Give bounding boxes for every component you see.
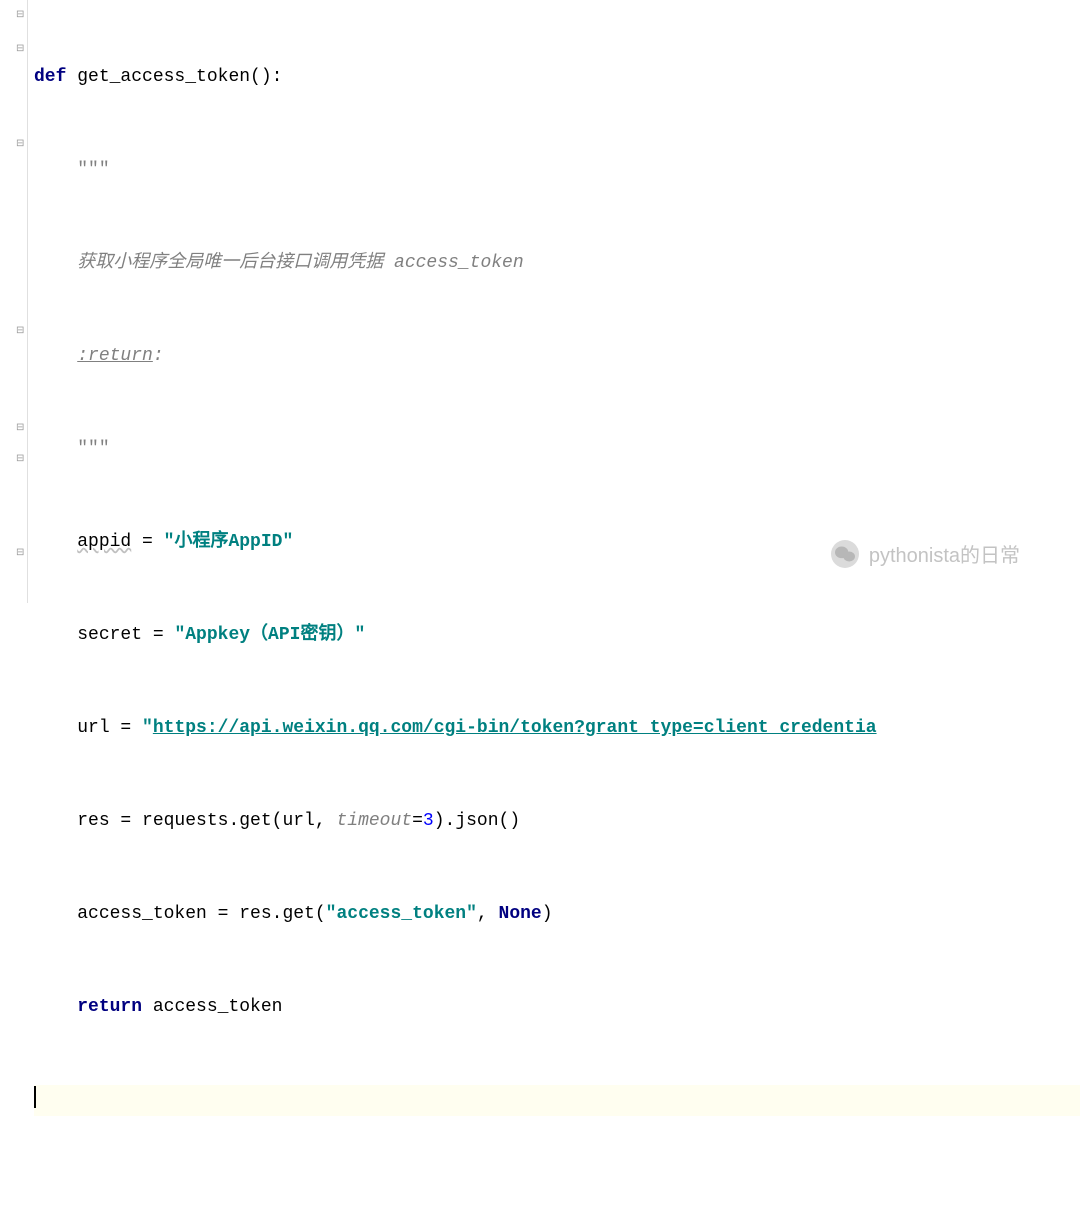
fold-marker-icon[interactable]: ⊟ — [16, 325, 26, 335]
code-line: return access_token — [34, 992, 1080, 1023]
text-cursor — [34, 1086, 36, 1108]
fold-marker-icon[interactable]: ⊟ — [16, 43, 26, 53]
code-line — [34, 1178, 1080, 1206]
code-line: url = "https://api.weixin.qq.com/cgi-bin… — [34, 713, 1080, 744]
fold-marker-icon[interactable]: ⊟ — [16, 547, 26, 557]
fold-marker-icon[interactable]: ⊟ — [16, 9, 26, 19]
watermark-text: pythonista的日常 — [869, 539, 1020, 568]
code-line-current — [34, 1085, 1080, 1116]
fold-marker-icon[interactable]: ⊟ — [16, 422, 26, 432]
code-line: 获取小程序全局唯一后台接口调用凭据 access_token — [34, 248, 1080, 279]
wechat-icon — [831, 540, 859, 568]
code-line: secret = "Appkey（API密钥）" — [34, 620, 1080, 651]
code-editor-content[interactable]: def get_access_token(): """ 获取小程序全局唯一后台接… — [28, 0, 1080, 603]
code-line: access_token = res.get("access_token", N… — [34, 899, 1080, 930]
editor-gutter: ⊟ ⊟ ⊟ ⊟ ⊟ ⊟ ⊟ — [0, 0, 28, 603]
code-line: """ — [34, 434, 1080, 465]
fold-marker-icon[interactable]: ⊟ — [16, 138, 26, 148]
code-line: :return: — [34, 341, 1080, 372]
watermark: pythonista的日常 — [831, 539, 1020, 568]
code-line: def get_access_token(): — [34, 62, 1080, 93]
code-line: res = requests.get(url, timeout=3).json(… — [34, 806, 1080, 837]
fold-marker-icon[interactable]: ⊟ — [16, 453, 26, 463]
code-line: """ — [34, 155, 1080, 186]
